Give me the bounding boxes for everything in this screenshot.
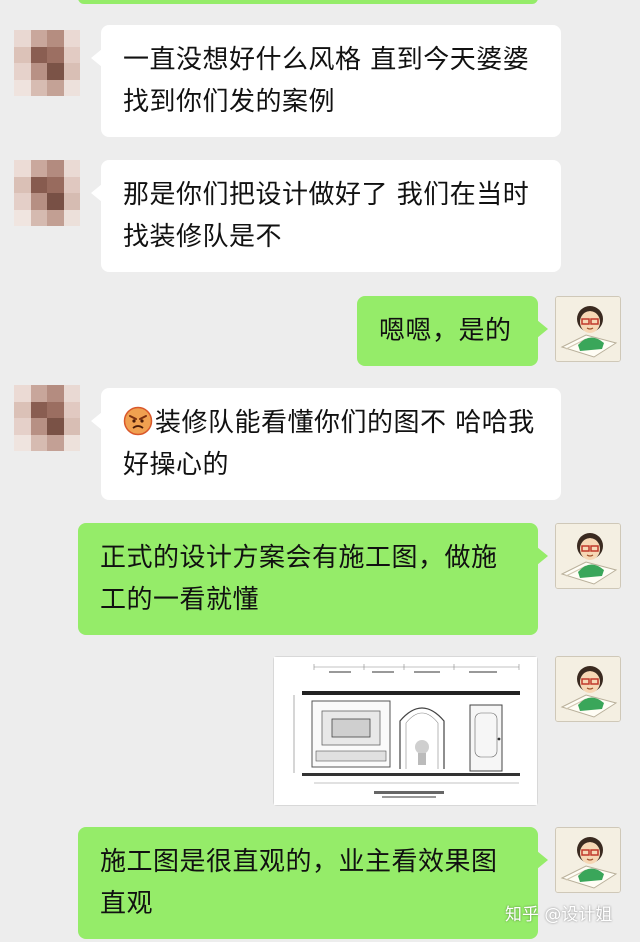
message-text: 装修队能看懂你们的图不 哈哈我好操心的 bbox=[123, 408, 535, 480]
message-text: 嗯嗯，是的 bbox=[379, 316, 512, 346]
message-text: 施工图是很直观的，业主看效果图直观 bbox=[100, 847, 498, 919]
cartoon-girl-avatar-icon bbox=[556, 828, 620, 892]
contact-avatar[interactable] bbox=[14, 160, 80, 226]
cartoon-girl-avatar-icon bbox=[556, 297, 620, 361]
message-text: 那是你们把设计做好了 我们在当时找装修队是不 bbox=[123, 180, 530, 252]
message-text: 一直没想好什么风格 直到今天婆婆找到你们发的案例 bbox=[123, 45, 530, 117]
cartoon-girl-avatar-icon bbox=[556, 524, 620, 588]
received-message-bubble[interactable]: 一直没想好什么风格 直到今天婆婆找到你们发的案例 bbox=[91, 25, 561, 137]
previous-message-bubble bbox=[78, 0, 538, 4]
my-avatar[interactable] bbox=[555, 523, 621, 589]
pixelated-avatar-icon bbox=[14, 385, 80, 451]
cartoon-girl-avatar-icon bbox=[556, 657, 620, 721]
angry-face-emoji-icon bbox=[123, 406, 153, 436]
sent-message-bubble[interactable]: 正式的设计方案会有施工图，做施工的一看就懂 bbox=[78, 523, 548, 635]
message-text: 正式的设计方案会有施工图，做施工的一看就懂 bbox=[100, 543, 498, 615]
elevation-drawing-icon bbox=[274, 657, 537, 805]
pixelated-avatar-icon bbox=[14, 30, 80, 96]
received-message-bubble[interactable]: 那是你们把设计做好了 我们在当时找装修队是不 bbox=[91, 160, 561, 272]
my-avatar[interactable] bbox=[555, 296, 621, 362]
my-avatar[interactable] bbox=[555, 827, 621, 893]
pixelated-avatar-icon bbox=[14, 160, 80, 226]
sent-message-bubble[interactable]: 嗯嗯，是的 bbox=[357, 296, 548, 366]
sent-message-bubble[interactable]: 施工图是很直观的，业主看效果图直观 bbox=[78, 827, 548, 939]
received-message-bubble[interactable]: 装修队能看懂你们的图不 哈哈我好操心的 bbox=[91, 388, 561, 500]
contact-avatar[interactable] bbox=[14, 385, 80, 451]
my-avatar[interactable] bbox=[555, 656, 621, 722]
contact-avatar[interactable] bbox=[14, 30, 80, 96]
watermark-text: 知乎 @设计姐 bbox=[505, 905, 613, 925]
construction-drawing-image[interactable] bbox=[273, 656, 538, 806]
